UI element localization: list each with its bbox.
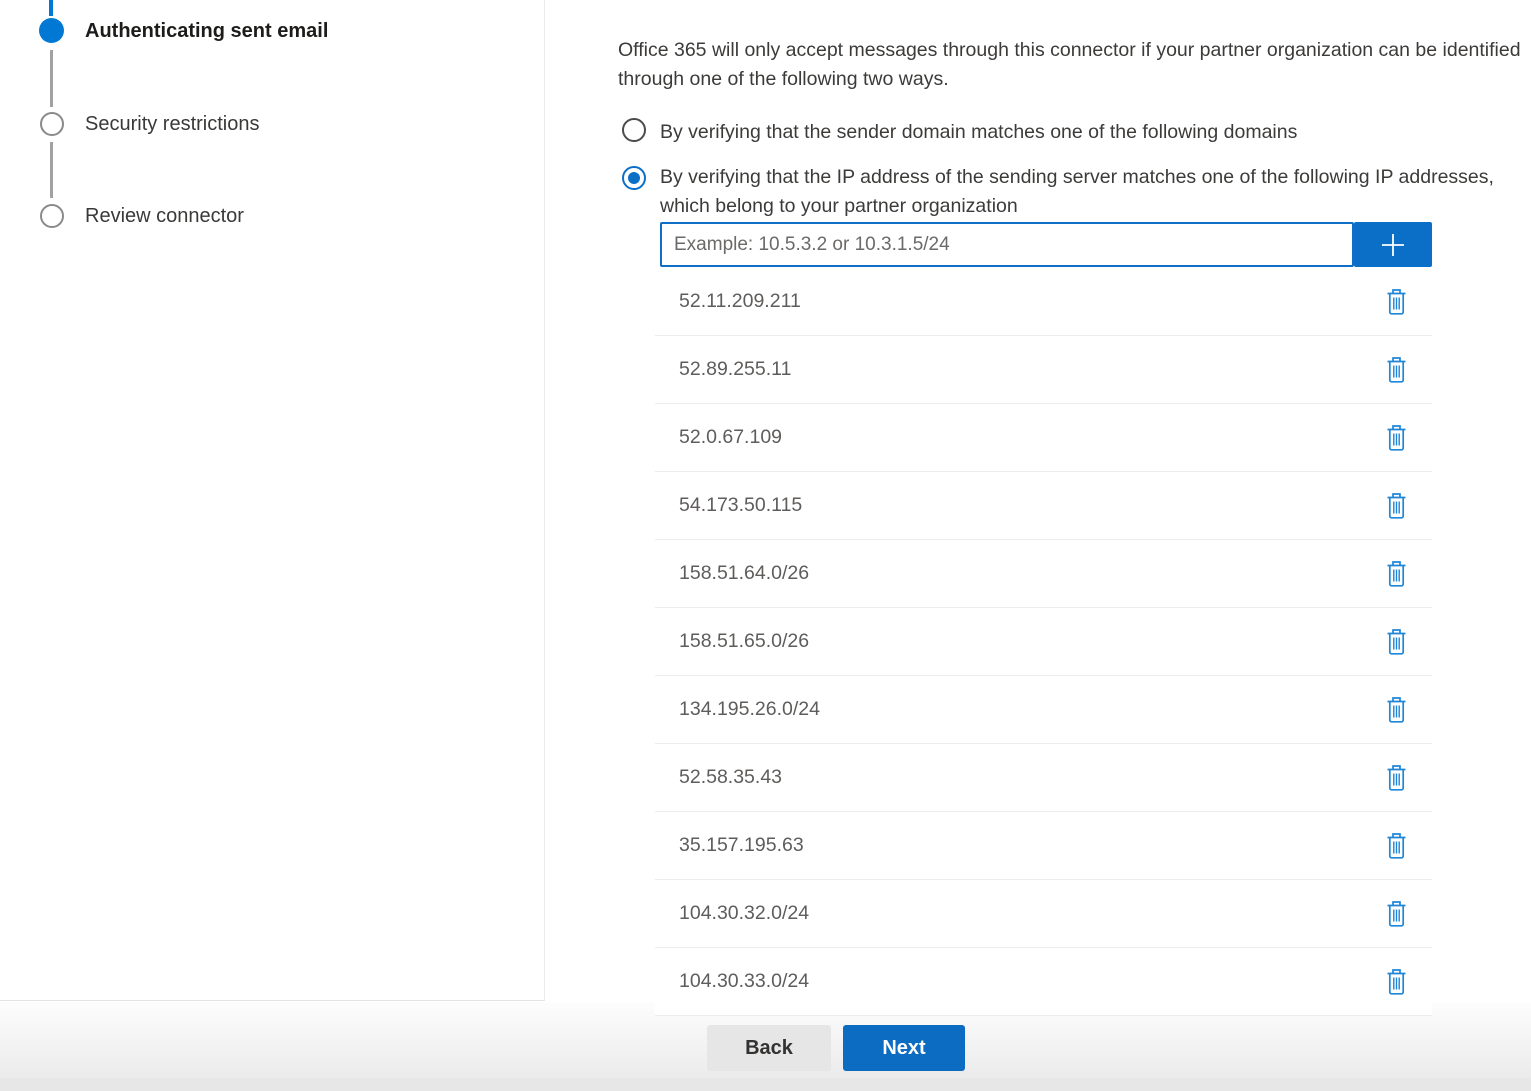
delete-ip-button[interactable] bbox=[1383, 490, 1410, 522]
ip-row: 52.89.255.11 bbox=[655, 336, 1432, 404]
ip-value: 104.30.33.0/24 bbox=[679, 970, 809, 993]
ip-value: 52.58.35.43 bbox=[679, 766, 782, 789]
delete-ip-button[interactable] bbox=[1383, 966, 1410, 998]
radio-ip-address[interactable] bbox=[622, 166, 646, 190]
ip-value: 52.11.209.211 bbox=[679, 290, 801, 313]
trash-icon bbox=[1385, 764, 1408, 792]
ip-row: 104.30.32.0/24 bbox=[655, 880, 1432, 948]
step-pending-circle-icon bbox=[40, 112, 64, 136]
delete-ip-button[interactable] bbox=[1383, 830, 1410, 862]
radio-sender-domain[interactable] bbox=[622, 118, 646, 142]
ip-value: 35.157.195.63 bbox=[679, 834, 804, 857]
add-ip-button[interactable] bbox=[1354, 222, 1432, 267]
option-sender-domain-label: By verifying that the sender domain matc… bbox=[660, 118, 1297, 147]
ip-row: 54.173.50.115 bbox=[655, 472, 1432, 540]
ip-row: 158.51.65.0/26 bbox=[655, 608, 1432, 676]
ip-row: 52.11.209.211 bbox=[655, 268, 1432, 336]
option-ip-address: By verifying that the IP address of the … bbox=[622, 166, 1495, 221]
ip-row: 52.0.67.109 bbox=[655, 404, 1432, 472]
step-active-dot-icon bbox=[39, 18, 64, 43]
radio-selected-dot-icon bbox=[628, 172, 640, 184]
step-pending-circle-icon bbox=[40, 204, 64, 228]
delete-ip-button[interactable] bbox=[1383, 762, 1410, 794]
option-sender-domain: By verifying that the sender domain matc… bbox=[622, 118, 1297, 147]
trash-icon bbox=[1385, 424, 1408, 452]
trash-icon bbox=[1385, 968, 1408, 996]
step-security-restrictions[interactable]: Security restrictions bbox=[85, 111, 260, 137]
step-connector-completed bbox=[49, 0, 53, 16]
trash-icon bbox=[1385, 832, 1408, 860]
trash-icon bbox=[1385, 696, 1408, 724]
option-ip-address-label: By verifying that the IP address of the … bbox=[660, 163, 1495, 221]
trash-icon bbox=[1385, 628, 1408, 656]
back-button[interactable]: Back bbox=[707, 1025, 831, 1071]
ip-row: 158.51.64.0/26 bbox=[655, 540, 1432, 608]
step-connector bbox=[50, 50, 53, 107]
ip-value: 158.51.64.0/26 bbox=[679, 562, 809, 585]
ip-value: 54.173.50.115 bbox=[679, 494, 802, 517]
delete-ip-button[interactable] bbox=[1383, 558, 1410, 590]
step-authenticating-sent-email[interactable]: Authenticating sent email bbox=[85, 18, 328, 44]
ip-row: 134.195.26.0/24 bbox=[655, 676, 1432, 744]
ip-value: 134.195.26.0/24 bbox=[679, 698, 820, 721]
ip-address-input[interactable] bbox=[660, 222, 1354, 267]
step-connector bbox=[50, 142, 53, 198]
ip-value: 104.30.32.0/24 bbox=[679, 902, 809, 925]
ip-row: 52.58.35.43 bbox=[655, 744, 1432, 812]
ip-value: 52.89.255.11 bbox=[679, 358, 791, 381]
plus-icon bbox=[1380, 232, 1406, 258]
delete-ip-button[interactable] bbox=[1383, 626, 1410, 658]
bottom-strip bbox=[0, 1078, 1531, 1091]
trash-icon bbox=[1385, 492, 1408, 520]
trash-icon bbox=[1385, 560, 1408, 588]
ip-value: 158.51.65.0/26 bbox=[679, 630, 809, 653]
trash-icon bbox=[1385, 356, 1408, 384]
trash-icon bbox=[1385, 288, 1408, 316]
ip-row: 35.157.195.63 bbox=[655, 812, 1432, 880]
wizard-steps-panel: Authenticating sent email Security restr… bbox=[0, 0, 545, 1001]
delete-ip-button[interactable] bbox=[1383, 422, 1410, 454]
ip-row: 104.30.33.0/24 bbox=[655, 948, 1432, 1016]
delete-ip-button[interactable] bbox=[1383, 898, 1410, 930]
delete-ip-button[interactable] bbox=[1383, 286, 1410, 318]
delete-ip-button[interactable] bbox=[1383, 694, 1410, 726]
intro-text: Office 365 will only accept messages thr… bbox=[618, 36, 1530, 94]
next-button[interactable]: Next bbox=[843, 1025, 965, 1071]
ip-list: 52.11.209.211 52.89.255.11 bbox=[655, 268, 1432, 1016]
step-review-connector[interactable]: Review connector bbox=[85, 203, 244, 229]
delete-ip-button[interactable] bbox=[1383, 354, 1410, 386]
ip-value: 52.0.67.109 bbox=[679, 426, 782, 449]
trash-icon bbox=[1385, 900, 1408, 928]
